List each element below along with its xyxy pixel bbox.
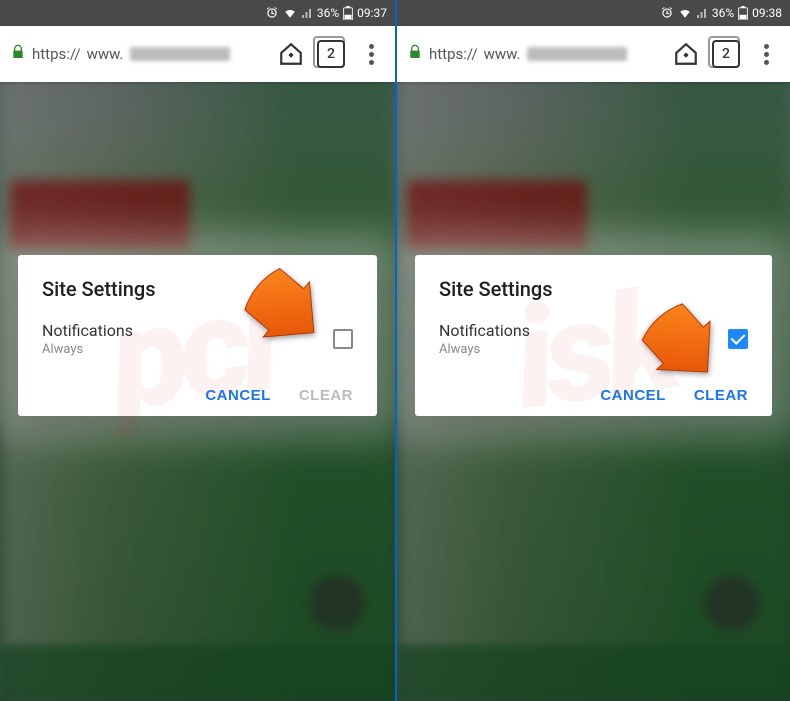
setting-name: Notifications bbox=[439, 321, 530, 340]
url-bar[interactable]: https:// www. bbox=[403, 36, 660, 72]
phone-screenshot-right: 36% 09:38 https:// www. 2 Site Settings N… bbox=[395, 0, 790, 701]
tabs-button[interactable]: 2 bbox=[317, 40, 345, 68]
setting-value: Always bbox=[439, 342, 530, 357]
menu-button[interactable] bbox=[748, 44, 784, 65]
battery-pct: 36% bbox=[317, 6, 339, 20]
wifi-icon bbox=[283, 6, 297, 20]
alarm-icon bbox=[660, 6, 674, 20]
home-button[interactable] bbox=[273, 36, 309, 72]
setting-name: Notifications bbox=[42, 321, 133, 340]
battery-icon bbox=[738, 6, 748, 20]
annotation-arrow bbox=[632, 300, 722, 394]
browser-toolbar: https:// www. 2 bbox=[397, 26, 790, 82]
notifications-checkbox[interactable] bbox=[333, 329, 353, 349]
battery-pct: 36% bbox=[712, 6, 734, 20]
signal-icon bbox=[301, 7, 313, 19]
dialog-title: Site Settings bbox=[439, 277, 748, 301]
clock-time: 09:38 bbox=[752, 6, 782, 20]
lock-icon bbox=[10, 44, 26, 64]
status-bar: 36% 09:37 bbox=[0, 0, 395, 26]
url-scheme: https:// bbox=[429, 45, 478, 63]
phone-screenshot-left: 36% 09:37 https://www. 2 Site Settings N… bbox=[0, 0, 395, 701]
status-bar: 36% 09:38 bbox=[397, 0, 790, 26]
notifications-checkbox[interactable] bbox=[728, 329, 748, 349]
setting-value: Always bbox=[42, 342, 133, 357]
browser-toolbar: https:// www. 2 bbox=[0, 26, 395, 82]
annotation-arrow bbox=[235, 265, 325, 359]
url-host: www. bbox=[484, 45, 521, 63]
wifi-icon bbox=[678, 6, 692, 20]
home-button[interactable] bbox=[668, 36, 704, 72]
url-host: www. bbox=[87, 45, 124, 63]
lock-icon bbox=[407, 44, 423, 64]
menu-button[interactable] bbox=[353, 44, 389, 65]
url-scheme: https:// bbox=[32, 45, 81, 63]
dialog-actions: CANCEL CLEAR bbox=[42, 381, 353, 404]
alarm-icon bbox=[265, 6, 279, 20]
clock-time: 09:37 bbox=[357, 6, 387, 20]
tab-count: 2 bbox=[327, 46, 335, 62]
signal-icon bbox=[696, 7, 708, 19]
url-bar[interactable]: https:// www. bbox=[6, 36, 265, 72]
url-redacted bbox=[130, 47, 230, 61]
clear-button[interactable]: CLEAR bbox=[299, 387, 353, 404]
tab-count: 2 bbox=[722, 46, 730, 62]
cancel-button[interactable]: CANCEL bbox=[205, 387, 271, 404]
battery-icon bbox=[343, 6, 353, 20]
tabs-button[interactable]: 2 bbox=[712, 40, 740, 68]
url-redacted bbox=[527, 47, 627, 61]
